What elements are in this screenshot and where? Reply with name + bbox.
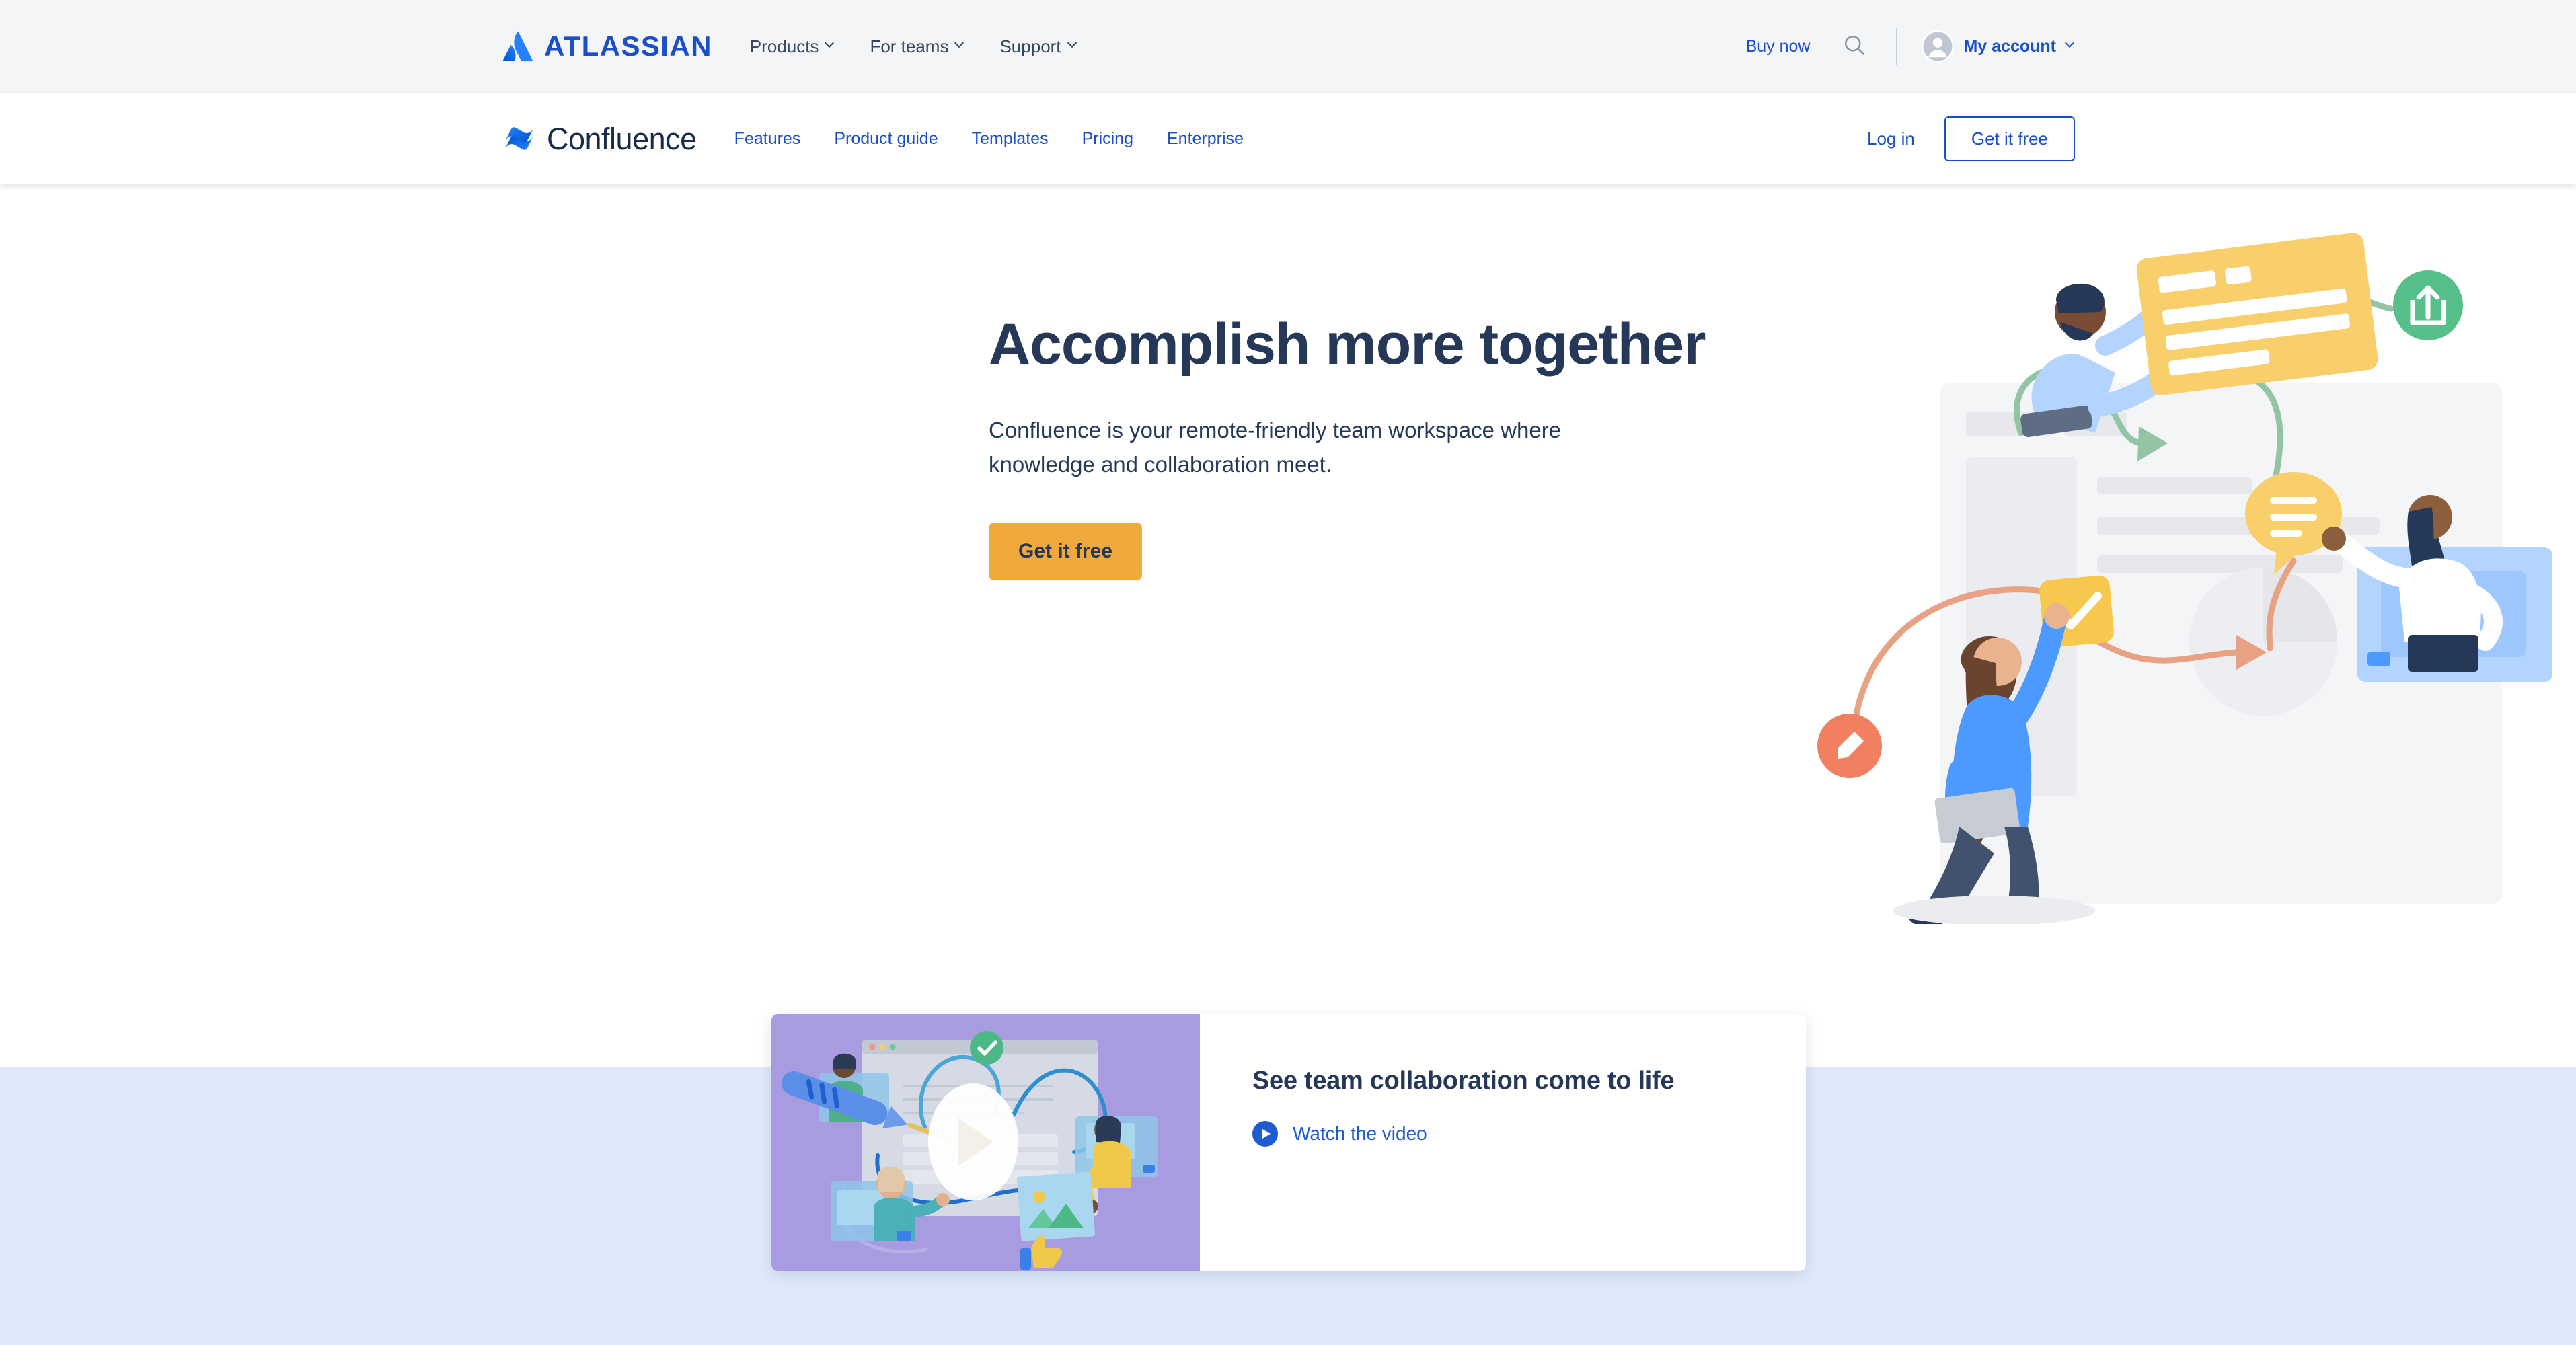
product-nav-inner: Confluence Features Product guide Templa… [494, 93, 2082, 184]
nav-link-pricing[interactable]: Pricing [1082, 129, 1133, 149]
atlassian-logo-link[interactable]: ATLASSIAN [502, 31, 712, 62]
play-circle-icon [928, 1083, 1018, 1200]
atlassian-top-bar: ATLASSIAN Products For teams Support Buy… [0, 0, 2576, 93]
my-account-menu[interactable]: My account [1922, 30, 2075, 63]
hero-subtitle: Confluence is your remote-friendly team … [989, 418, 1562, 477]
video-promo-card: See team collaboration come to life Watc… [771, 1014, 1806, 1271]
video-card-body: See team collaboration come to life Watc… [1200, 1014, 1806, 1271]
nav-link-templates[interactable]: Templates [972, 129, 1049, 149]
nav-link-product-guide[interactable]: Product guide [834, 129, 938, 149]
nav-item-products-label: Products [749, 36, 819, 56]
team-collaboration-illustration [1799, 211, 2576, 927]
top-bar-divider [1896, 28, 1898, 65]
confluence-product-nav: Confluence Features Product guide Templa… [0, 93, 2576, 184]
nav-item-for-teams[interactable]: For teams [870, 36, 964, 57]
chevron-down-icon [955, 40, 964, 49]
user-avatar-icon [1922, 30, 1955, 63]
nav-link-enterprise[interactable]: Enterprise [1167, 129, 1244, 149]
chevron-down-icon [2066, 40, 2075, 49]
search-icon [1842, 33, 1866, 61]
nav-item-products[interactable]: Products [750, 36, 835, 57]
nav-link-features[interactable]: Features [734, 129, 801, 149]
page-title: Accomplish more together [989, 312, 1706, 377]
buy-now-link[interactable]: Buy now [1746, 37, 1811, 56]
watch-the-video-link[interactable]: Watch the video [1252, 1121, 1806, 1147]
nav-item-support[interactable]: Support [999, 36, 1077, 57]
product-nav-links: Features Product guide Templates Pricing… [734, 129, 1244, 149]
atlassian-logo-icon [502, 31, 533, 62]
video-thumbnail[interactable] [771, 1014, 1200, 1271]
nav-item-for-teams-label: For teams [870, 36, 949, 56]
my-account-label: My account [1963, 36, 2056, 56]
hero-copy: Accomplish more together Confluence is y… [989, 312, 1769, 580]
video-card-title: See team collaboration come to life [1252, 1067, 1675, 1095]
get-it-free-hero-button[interactable]: Get it free [989, 522, 1143, 580]
video-thumbnail-illustration [771, 1014, 1200, 1271]
confluence-logo-link[interactable]: Confluence [502, 122, 697, 155]
top-bar-inner: ATLASSIAN Products For teams Support Buy… [494, 0, 2082, 93]
search-button[interactable] [1840, 32, 1869, 61]
chevron-down-icon [825, 40, 835, 49]
product-nav-right: Log in Get it free [1867, 116, 2082, 161]
log-in-link[interactable]: Log in [1867, 128, 1915, 149]
hero-section: Accomplish more together Confluence is y… [0, 184, 2576, 1067]
chevron-down-icon [1068, 40, 1077, 49]
global-nav: Products For teams Support [750, 36, 1077, 57]
nav-item-support-label: Support [999, 36, 1061, 56]
play-circle-small-icon [1252, 1121, 1278, 1147]
hero-inner: Accomplish more together Confluence is y… [494, 184, 2552, 1067]
get-it-free-nav-button[interactable]: Get it free [1944, 116, 2075, 161]
top-bar-right: Buy now My account [1746, 28, 2082, 65]
confluence-logo-icon [502, 122, 536, 155]
watch-the-video-label: Watch the video [1293, 1123, 1427, 1144]
atlassian-wordmark: ATLASSIAN [544, 30, 712, 62]
confluence-wordmark: Confluence [547, 121, 697, 156]
